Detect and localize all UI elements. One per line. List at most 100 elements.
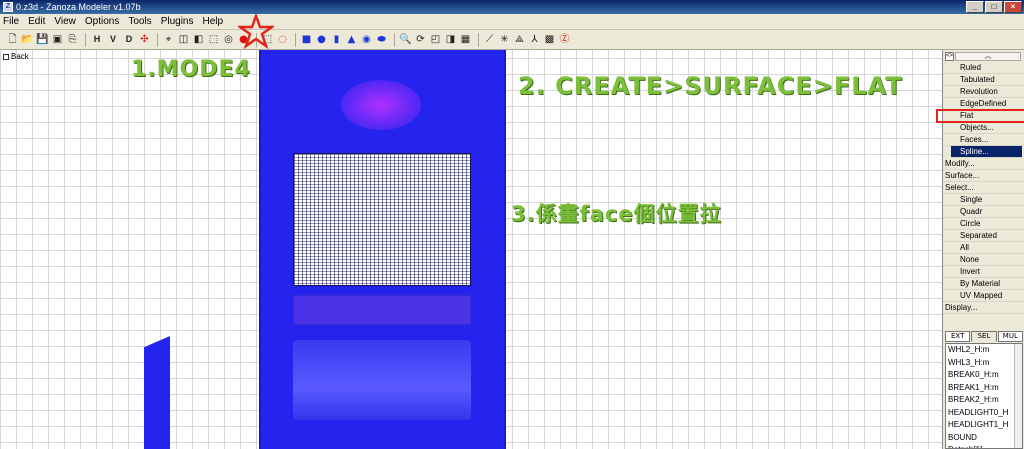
cone-icon[interactable]: ▲ [345, 33, 358, 46]
sphere-icon[interactable]: ● [315, 33, 328, 46]
cube-wire-icon[interactable]: ◫ [177, 33, 190, 46]
list-item[interactable]: BREAK2_H:m [946, 394, 1022, 407]
texture-icon[interactable]: ▦ [459, 33, 472, 46]
menu-item-all[interactable]: All [943, 242, 1024, 254]
save-icon[interactable]: 💾 [36, 33, 49, 46]
menu-edit[interactable]: Edit [28, 16, 45, 27]
axes-icon[interactable]: ✣ [138, 33, 151, 46]
disc-icon[interactable]: ⬬ [375, 33, 388, 46]
menu-item-uv-mapped[interactable]: UV Mapped [943, 290, 1024, 302]
toolbar-separator [478, 32, 479, 47]
menu-item-modify[interactable]: Modify... [943, 158, 1024, 170]
command-menu: Ruled Tabulated Revolution EdgeDefined Flat O… [936, 62, 1024, 314]
rotate-icon[interactable]: ⟳ [414, 33, 427, 46]
menu-item-none[interactable]: None [943, 254, 1024, 266]
toolbar-separator [85, 32, 86, 47]
menu-item-invert[interactable]: Invert [943, 266, 1024, 278]
toolbar-separator [295, 32, 296, 47]
save-as-icon[interactable]: ▣ [51, 33, 64, 46]
object-list-scrollbar[interactable] [1014, 344, 1022, 448]
tab-mul[interactable]: MUL [997, 331, 1023, 342]
car-model-mesh[interactable] [259, 50, 506, 449]
target-icon[interactable]: ◌ [276, 33, 289, 46]
menu-item-circle[interactable]: Circle [943, 218, 1024, 230]
menu-item-faces[interactable]: Faces... [943, 134, 1024, 146]
menu-tools[interactable]: Tools [128, 16, 151, 27]
tab-ext[interactable]: EXT [945, 331, 971, 342]
app-icon: Z [3, 2, 13, 12]
menu-item-separated[interactable]: Separated [943, 230, 1024, 242]
mode4-icon[interactable]: ◎ [222, 33, 235, 46]
menu-item-ruled[interactable]: Ruled [943, 62, 1024, 74]
menu-item-surface[interactable]: Surface... [943, 170, 1024, 182]
tab-sel[interactable]: SEL [971, 331, 997, 342]
object-list[interactable]: WHL2_H:m WHL3_H:m BREAK0_H:m BREAK1_H:m BREA… [945, 343, 1023, 449]
model-side-fragment [144, 336, 170, 449]
bone-icon[interactable]: ⟋ [483, 33, 496, 46]
list-item[interactable]: BOUND [946, 432, 1022, 445]
menu-item-by-material[interactable]: By Material [943, 278, 1024, 290]
maximize-button[interactable]: □ [985, 1, 1003, 13]
zoom-icon[interactable]: 🔍 [399, 33, 412, 46]
mode3-icon[interactable]: ⬚ [207, 33, 220, 46]
model-lower-panel [293, 340, 471, 420]
panel-tabs: EXT SEL MUL [945, 331, 1023, 342]
list-item[interactable]: Detach[1] [946, 444, 1022, 448]
menu-item-display[interactable]: Display... [943, 302, 1024, 314]
list-item[interactable]: BREAK1_H:m [946, 382, 1022, 395]
pan-icon[interactable]: ◰ [429, 33, 442, 46]
menu-item-spline[interactable]: Spline... [951, 146, 1022, 158]
list-item[interactable]: HEADLIGHT1_H [946, 419, 1022, 432]
minimize-button[interactable]: _ [966, 1, 984, 13]
model-highlight [341, 80, 421, 130]
view-d-button[interactable]: D [122, 33, 136, 46]
collapse-button[interactable]: <> [945, 52, 954, 61]
pose-icon[interactable]: ⅄ [528, 33, 541, 46]
object-rows: WHL2_H:m WHL3_H:m BREAK0_H:m BREAK1_H:m BREA… [946, 344, 1022, 448]
list-item[interactable]: WHL3_H:m [946, 357, 1022, 370]
torus-icon[interactable]: ◉ [360, 33, 373, 46]
menu-options[interactable]: Options [85, 16, 119, 27]
open-folder-icon[interactable]: 📂 [21, 33, 34, 46]
z-icon[interactable]: Ⓩ [558, 33, 571, 46]
selected-face-mesh[interactable] [293, 153, 471, 286]
annotation-step1: 1.MODE4 [131, 57, 251, 82]
box-icon[interactable]: ■ [300, 33, 313, 46]
back-label: Back [11, 52, 29, 61]
back-button[interactable]: Back [3, 52, 29, 61]
select-icon[interactable]: ⌖ [162, 33, 175, 46]
menu-view[interactable]: View [54, 16, 76, 27]
cylinder-icon[interactable]: ▮ [330, 33, 343, 46]
menu-item-flat[interactable]: Flat [936, 109, 1024, 123]
menu-item-tabulated[interactable]: Tabulated [943, 74, 1024, 86]
view-h-button[interactable]: H [90, 33, 104, 46]
close-button[interactable]: × [1004, 1, 1022, 13]
menu-item-revolution[interactable]: Revolution [943, 86, 1024, 98]
list-item[interactable]: WHL2_H:m [946, 344, 1022, 357]
menu-help[interactable]: Help [203, 16, 224, 27]
list-item[interactable]: BREAK0_H:m [946, 369, 1022, 382]
menu-item-select[interactable]: Select... [943, 182, 1024, 194]
menu-item-quadr[interactable]: Quadr [943, 206, 1024, 218]
scroll-up-button[interactable]: ︽ [955, 52, 1021, 61]
front-view-icon[interactable]: ◨ [444, 33, 457, 46]
window-controls: _ □ × [966, 1, 1022, 13]
title-bar: Z 0.z3d - Zanoza Modeler v1.07b _ □ × [0, 0, 1024, 14]
menu-item-single[interactable]: Single [943, 194, 1024, 206]
annotation-step2: 2. CREATE>SURFACE>FLAT [518, 72, 903, 100]
export-icon[interactable]: ⎘ [66, 33, 79, 46]
menu-item-edgedefined[interactable]: EdgeDefined [943, 98, 1024, 110]
grid-icon[interactable]: ▩ [543, 33, 556, 46]
rig-icon[interactable]: ⟁ [513, 33, 526, 46]
menu-file[interactable]: File [3, 16, 19, 27]
menu-plugins[interactable]: Plugins [161, 16, 194, 27]
new-file-icon[interactable]: 🗋 [6, 33, 19, 46]
3d-viewport[interactable]: Back 1.MODE4 2. CREATE>SURFACE>FLAT 3.係畫… [0, 50, 942, 449]
cube-solid-icon[interactable]: ◧ [192, 33, 205, 46]
menu-item-objects[interactable]: Objects... [943, 122, 1024, 134]
list-item[interactable]: HEADLIGHT0_H [946, 407, 1022, 420]
window-title: 0.z3d - Zanoza Modeler v1.07b [16, 2, 141, 12]
right-command-panel: <> ︽ Ruled Tabulated Revolution EdgeDefined… [936, 50, 1024, 449]
light-icon[interactable]: ✳ [498, 33, 511, 46]
view-v-button[interactable]: V [106, 33, 120, 46]
